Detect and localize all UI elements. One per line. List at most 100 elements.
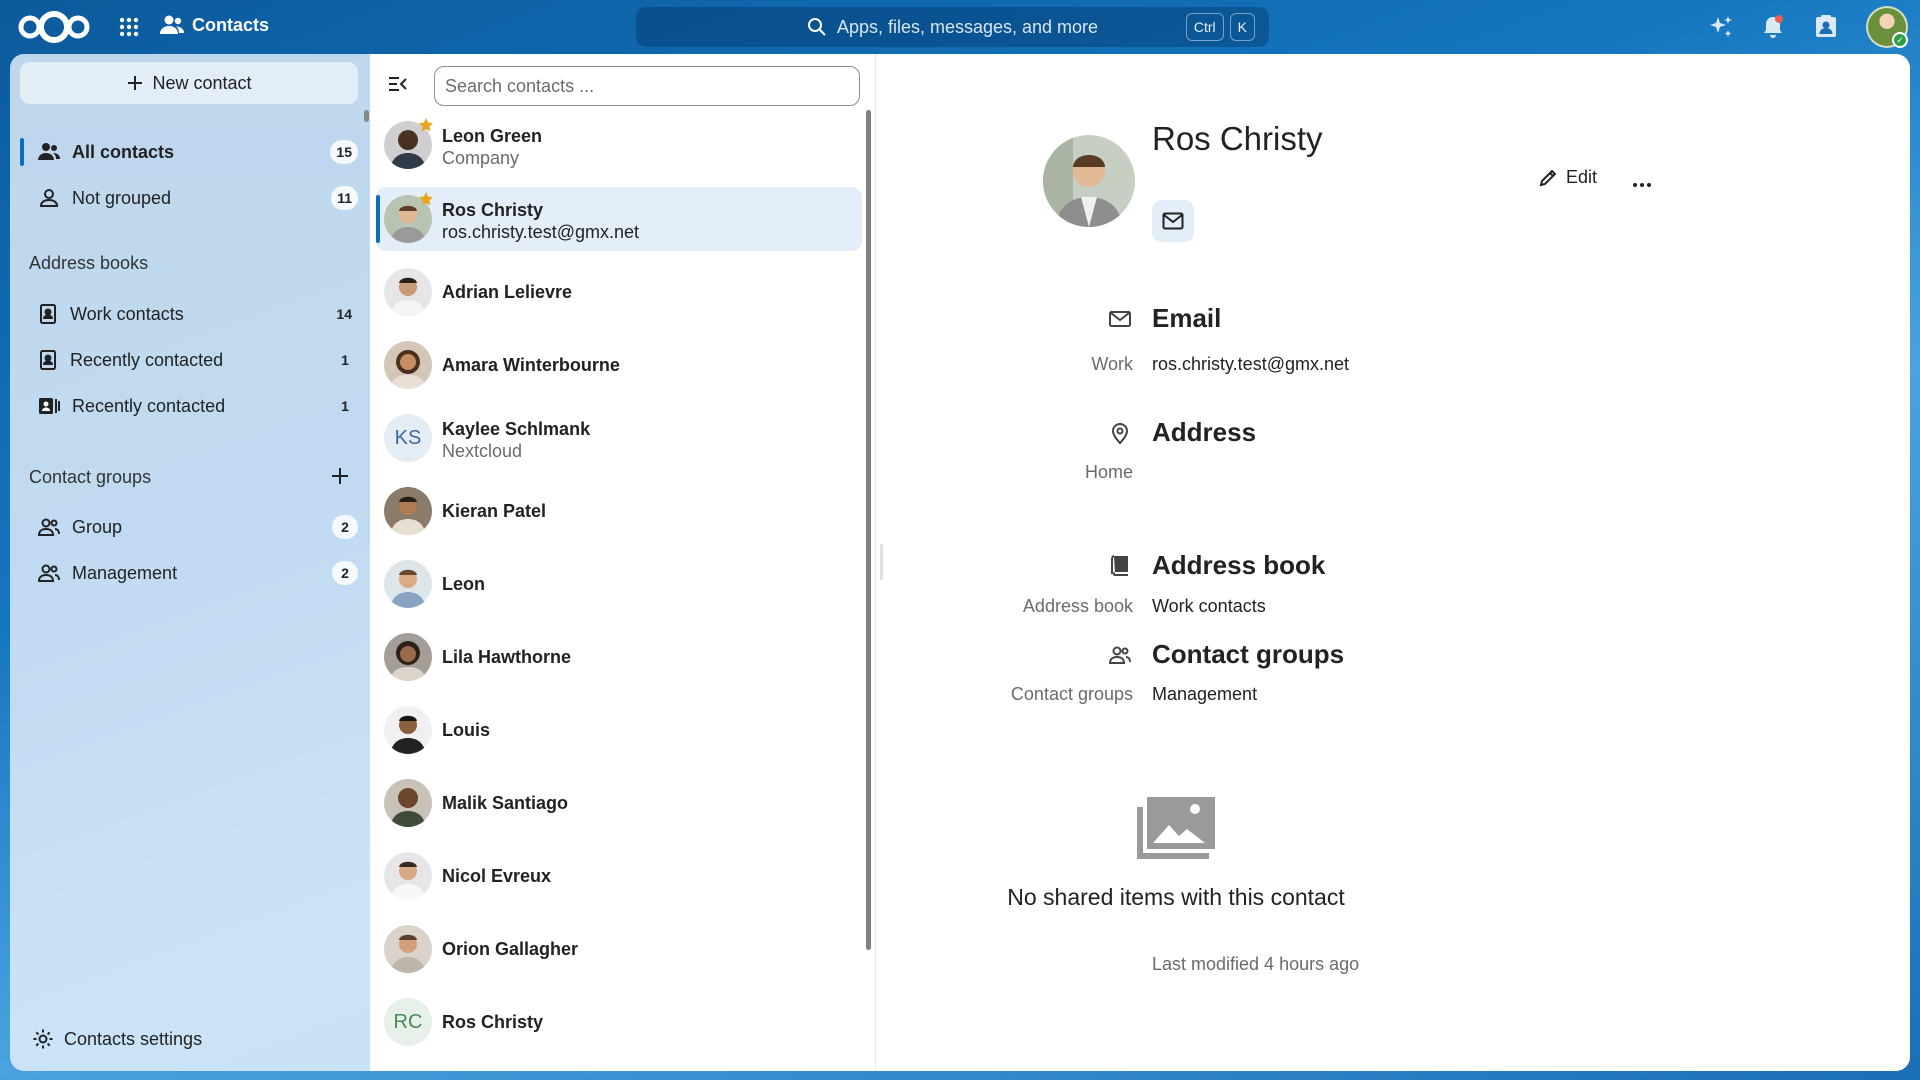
send-email-button[interactable] — [1152, 200, 1194, 242]
user-avatar[interactable]: ✓ — [1866, 6, 1908, 48]
email-section-title: Email — [1152, 303, 1222, 333]
contact-avatar — [384, 633, 432, 681]
contact-list-item[interactable]: RC Ros Christy — [376, 990, 862, 1054]
nav-counter: 11 — [331, 186, 358, 210]
contact-list-item[interactable]: Nicol Evreux — [376, 844, 862, 908]
contact-avatar — [384, 341, 432, 389]
addressbook-shared-icon — [39, 398, 60, 414]
contact-list-item[interactable]: Orion Gallagher — [376, 917, 862, 981]
sidebar-toggle-icon[interactable] — [386, 72, 410, 96]
contact-name: Lila Hawthorne — [442, 647, 572, 667]
addressbook-value[interactable]: Work contacts — [1152, 596, 1266, 617]
list-scrollbar[interactable] — [866, 110, 871, 950]
shortcut-k: K — [1229, 13, 1255, 41]
contact-name: Leon Green — [442, 126, 543, 146]
contact-list-item[interactable]: Malik Santiago — [376, 771, 862, 835]
contact-groups-value[interactable]: Management — [1152, 684, 1257, 705]
map-marker-icon — [1111, 423, 1129, 445]
nav-counter: 2 — [332, 561, 358, 585]
addressbook-icon — [40, 350, 56, 370]
contact-avatar — [384, 925, 432, 973]
nextcloud-logo[interactable] — [16, 9, 92, 45]
person-icon — [39, 189, 59, 207]
resize-handle[interactable] — [880, 544, 883, 580]
edit-contact-button[interactable]: Edit — [1538, 167, 1597, 188]
contact-name: Adrian Lelievre — [442, 282, 573, 302]
nav-item-label: Recently contacted — [70, 349, 224, 370]
app-navigation: New contact All contacts 15 Not grouped … — [10, 54, 370, 1071]
contact-name: Ros Christy — [442, 1012, 544, 1032]
nav-item-recently-contacted[interactable]: Recently contacted 1 — [20, 340, 368, 380]
addressbook-label: Address book — [1022, 596, 1133, 616]
favorite-star-icon — [419, 118, 433, 132]
unified-search[interactable]: Apps, files, messages, and more Ctrl K — [636, 7, 1269, 47]
address-books-heading: Address books — [29, 253, 149, 273]
nav-item-work-contacts[interactable]: Work contacts 14 — [20, 294, 368, 334]
shortcut-hint: Ctrl K — [1185, 13, 1255, 41]
nav-item-management[interactable]: Management 2 — [20, 553, 368, 593]
settings-icon — [33, 1029, 53, 1049]
email-value[interactable]: ros.christy.test@gmx.net — [1152, 354, 1349, 375]
more-actions-icon[interactable] — [1628, 171, 1656, 199]
contact-name: Ros Christy — [442, 200, 544, 220]
nav-item-label: All contacts — [72, 141, 175, 162]
contact-avatar — [384, 779, 432, 827]
contacts-icon — [160, 15, 184, 34]
apps-grid-icon[interactable] — [117, 15, 141, 39]
address-type-label[interactable]: Home — [1085, 462, 1133, 483]
add-group-plus-icon[interactable] — [329, 465, 351, 487]
search-contacts-input[interactable] — [434, 66, 860, 106]
contact-list-item[interactable]: Leon Green Company — [376, 113, 862, 177]
empty-shared-items-text: No shared items with this contact — [1007, 884, 1345, 910]
contact-list-item[interactable]: Amara Winterbourne — [376, 333, 862, 397]
nav-item-label: Group — [72, 516, 123, 537]
contact-list-item[interactable]: Kieran Patel — [376, 479, 862, 543]
contact-name: Leon — [442, 574, 485, 594]
contact-avatar-initials: RC — [384, 998, 432, 1046]
assistant-icon[interactable] — [1708, 14, 1734, 40]
bell-icon[interactable] — [1760, 14, 1786, 40]
mail-icon — [1162, 212, 1184, 230]
contact-list-item[interactable]: Lila Hawthorne — [376, 625, 862, 689]
contact-name: Nicol Evreux — [442, 866, 552, 886]
nav-scrollbar[interactable] — [364, 110, 369, 122]
nav-item-label: Work contacts — [70, 303, 184, 324]
new-contact-button[interactable]: New contact — [20, 62, 358, 104]
group-icon — [38, 518, 60, 536]
nav-item-not-grouped[interactable]: Not grouped 11 — [20, 178, 368, 218]
contact-name: Kaylee Schlmank — [442, 419, 591, 439]
nav-counter: 1 — [341, 352, 349, 368]
nav-counter: 1 — [341, 398, 349, 414]
mail-icon — [1109, 311, 1131, 327]
contact-groups-heading: Contact groups — [29, 467, 152, 487]
contact-display-name[interactable]: Ros Christy — [1152, 120, 1323, 158]
contact-list-item[interactable]: Leon — [376, 552, 862, 616]
contact-list-item[interactable]: Adrian Lelievre — [376, 260, 862, 324]
nav-item-group[interactable]: Group 2 — [20, 507, 368, 547]
status-online-icon: ✓ — [1892, 32, 1908, 48]
contacts-list-panel: Leon Green Company Ros Christy ros.chris… — [370, 54, 876, 1071]
edit-label: Edit — [1566, 167, 1598, 187]
nav-item-recently-contacted-2[interactable]: Recently contacted 1 — [20, 386, 368, 426]
contacts-menu-icon[interactable] — [1813, 14, 1839, 40]
contact-list-item[interactable]: KS Kaylee Schlmank Nextcloud — [376, 406, 862, 470]
group-icon — [1108, 646, 1131, 664]
nav-item-all-contacts[interactable]: All contacts 15 — [20, 132, 368, 172]
email-type-label[interactable]: Work — [1091, 354, 1133, 375]
nav-item-label: Management — [72, 562, 178, 583]
contact-subtitle: Company — [442, 148, 520, 168]
contact-subtitle: ros.christy.test@gmx.net — [442, 222, 639, 242]
contacts-settings-button[interactable]: Contacts settings — [32, 1028, 202, 1050]
contact-avatar — [384, 268, 432, 316]
contact-name: Louis — [442, 720, 490, 740]
contact-list-item-selected[interactable]: Ros Christy ros.christy.test@gmx.net — [376, 187, 862, 251]
group-icon — [38, 564, 60, 582]
contacts-settings-label: Contacts settings — [64, 1028, 203, 1049]
nav-counter: 14 — [336, 306, 352, 322]
app-name-contacts[interactable]: Contacts — [160, 14, 269, 36]
top-bar: Contacts Apps, files, messages, and more… — [0, 0, 1920, 54]
contact-list-item[interactable]: Louis — [376, 698, 862, 762]
contact-subtitle: Nextcloud — [442, 441, 523, 461]
shortcut-ctrl: Ctrl — [1185, 13, 1224, 41]
addressbook-section-title: Address book — [1152, 550, 1326, 580]
